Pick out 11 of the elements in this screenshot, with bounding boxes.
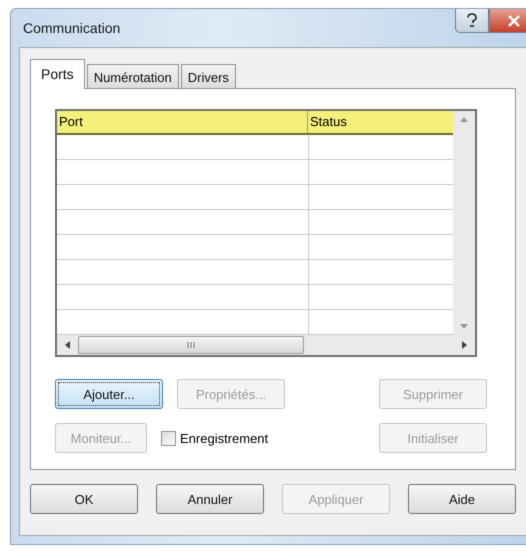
tab[interactable]: Drivers bbox=[180, 64, 236, 88]
column-header[interactable]: Status bbox=[308, 111, 453, 133]
column-header[interactable]: Port bbox=[57, 111, 308, 133]
tab[interactable]: Numérotation bbox=[86, 64, 179, 88]
action-button[interactable]: Ajouter... bbox=[55, 379, 163, 409]
action-button[interactable]: Aide bbox=[408, 484, 516, 514]
checkbox-label[interactable]: Enregistrement bbox=[180, 430, 268, 446]
action-button[interactable]: Annuler bbox=[156, 484, 264, 514]
tab[interactable]: Ports bbox=[30, 59, 85, 89]
action-button[interactable]: OK bbox=[30, 484, 138, 514]
window-title: Communication bbox=[23, 20, 120, 36]
